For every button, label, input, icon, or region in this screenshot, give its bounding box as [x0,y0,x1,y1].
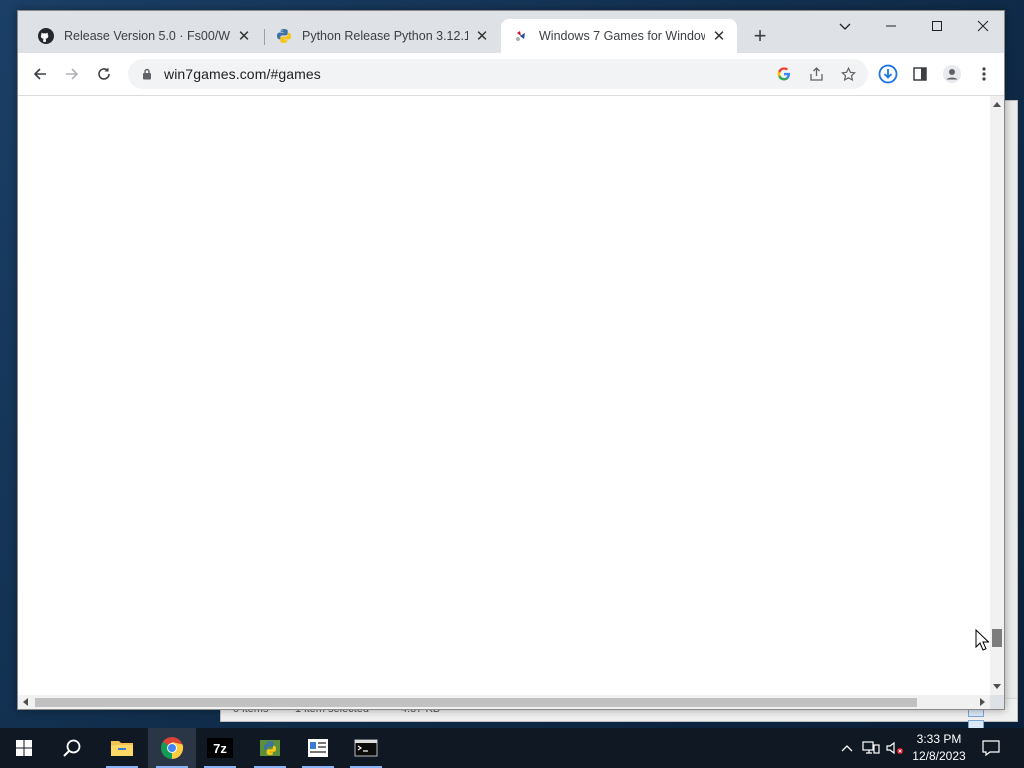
reload-button[interactable] [92,62,116,86]
tab-python-release[interactable]: Python Release Python 3.12.1 | P ✕ [264,19,500,53]
taskbar-terminal[interactable] [342,728,390,768]
show-hidden-icons-button[interactable] [838,739,856,757]
url-text[interactable]: win7games.com/#games [164,66,321,82]
scroll-up-arrow-icon[interactable] [993,102,1001,107]
download-icon [878,64,898,84]
back-icon [33,68,46,80]
horizontal-scrollbar[interactable] [18,695,990,709]
mouse-cursor-icon [975,629,989,651]
notification-icon [982,740,1000,757]
profile-icon [943,65,961,83]
chrome-icon [161,737,184,759]
profile-button[interactable] [940,62,964,86]
taskbar-7zip[interactable]: 7z [196,728,244,768]
7zip-icon: 7z [207,738,233,758]
taskbar-file-explorer[interactable] [98,728,146,768]
new-tab-button[interactable]: + [748,25,772,49]
downloads-button[interactable] [876,62,900,86]
taskbar-news[interactable] [294,728,342,768]
terminal-icon [354,739,378,757]
news-icon [308,739,328,757]
clock-time: 3:33 PM [916,732,962,746]
volume-muted-icon[interactable] [886,739,904,757]
browser-window: Release Version 5.0 · Fs00/Win10 ✕ Pytho… [17,10,1005,710]
close-window-button[interactable] [960,11,1006,41]
start-button[interactable] [0,728,48,768]
action-center-button[interactable] [982,739,1000,757]
address-bar[interactable]: win7games.com/#games [128,59,868,89]
system-clock[interactable]: 3:33 PM 12/8/2023 [906,731,972,765]
svg-text:7z: 7z [213,741,227,756]
tab-title: Python Release Python 3.12.1 | P [302,29,468,43]
forward-icon [66,68,79,80]
chevron-down-icon [839,23,851,30]
tab-strip: Release Version 5.0 · Fs00/Win10 ✕ Pytho… [18,11,1004,53]
tab-github-release[interactable]: Release Version 5.0 · Fs00/Win10 ✕ [26,19,262,53]
back-button[interactable] [28,62,52,86]
start-icon [16,740,32,756]
minimize-button[interactable] [868,11,914,41]
browser-toolbar: win7games.com/#games [18,53,1004,96]
menu-button[interactable] [972,62,996,86]
network-icon[interactable] [862,739,880,757]
close-tab-icon[interactable]: ✕ [711,28,727,45]
github-icon [38,28,54,44]
scroll-left-arrow-icon[interactable] [23,698,28,706]
close-tab-icon[interactable]: ✕ [474,28,490,45]
search-icon [63,739,81,757]
page-content[interactable] [18,96,990,695]
side-panel-button[interactable] [908,62,932,86]
clock-date: 12/8/2023 [912,749,966,763]
close-tab-icon[interactable]: ✕ [236,28,252,45]
tab-search-button[interactable] [822,11,868,41]
star-icon[interactable] [840,66,856,82]
scroll-down-arrow-icon[interactable] [993,684,1001,689]
python-installer-icon [260,740,280,756]
taskbar-chrome[interactable] [148,728,196,768]
horizontal-scroll-thumb[interactable] [35,698,917,707]
lock-icon[interactable] [140,67,154,81]
google-icon[interactable] [776,66,792,82]
close-icon [977,20,989,32]
python-icon [276,28,292,44]
tab-title: Windows 7 Games for Windows [539,29,705,43]
forward-button[interactable] [60,62,84,86]
menu-icon [982,67,986,81]
vertical-scrollbar[interactable] [990,96,1004,695]
win7games-icon [513,28,529,44]
side-panel-icon [913,67,927,81]
taskbar: 7z 3:33 PM 12/8/2023 [0,728,1024,768]
share-icon[interactable] [808,66,824,82]
maximize-icon [932,21,942,31]
chevron-up-icon [841,745,853,752]
file-explorer-icon [111,741,133,756]
search-button[interactable] [48,728,96,768]
reload-icon [98,67,110,80]
tab-win7games[interactable]: Windows 7 Games for Windows ✕ [501,19,737,53]
vertical-scroll-thumb[interactable] [992,629,1002,647]
minimize-icon [886,25,896,27]
maximize-button[interactable] [914,11,960,41]
taskbar-python-installer[interactable] [246,728,294,768]
tab-title: Release Version 5.0 · Fs00/Win10 [64,29,230,43]
scroll-right-arrow-icon[interactable] [980,698,985,706]
